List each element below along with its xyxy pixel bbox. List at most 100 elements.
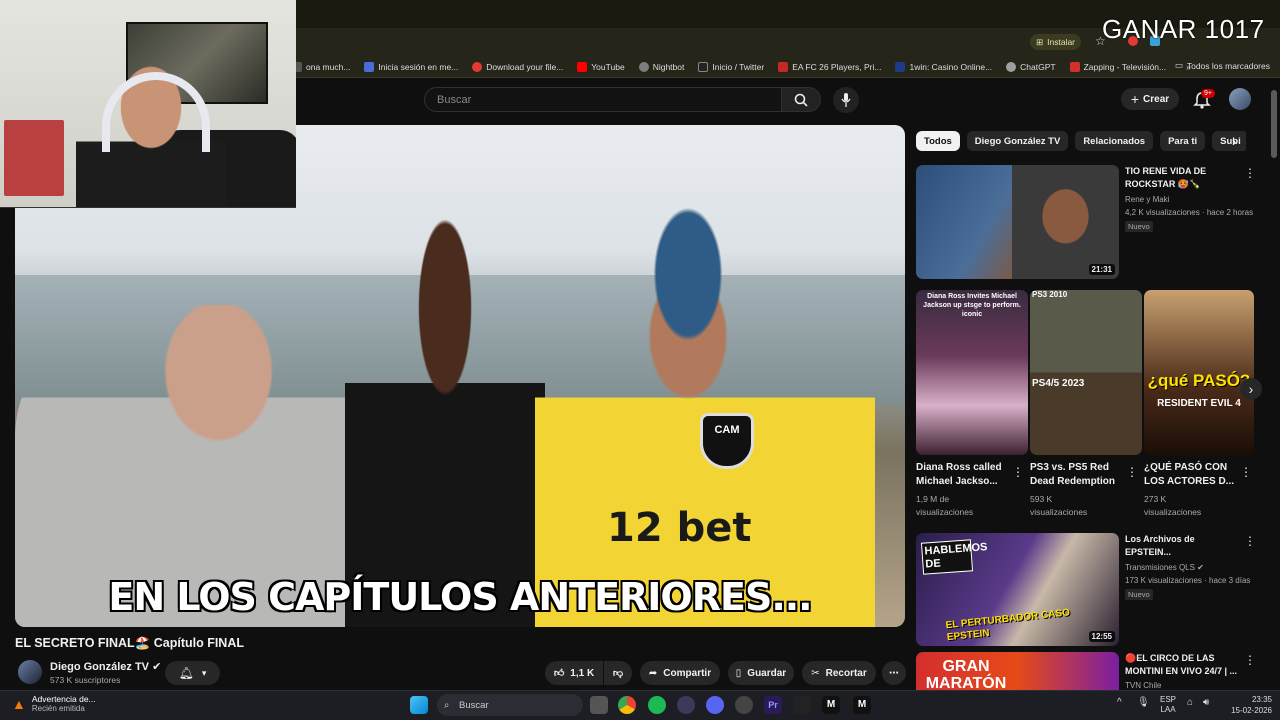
warning-notification[interactable]: ▲ Advertencia de... Recién emitida xyxy=(12,694,96,713)
short-thumbnail[interactable]: Diana Ross Invites Michael Jackson up st… xyxy=(916,290,1028,455)
bookmark-icon xyxy=(472,61,483,72)
app-icon[interactable]: M xyxy=(822,696,840,714)
video-title[interactable]: 🔴EL CIRCO DE LAS MONTINI EN VIVO 24/7 | .… xyxy=(1125,652,1237,678)
volume-icon[interactable]: 🔊︎ xyxy=(1203,697,1209,708)
page-scrollbar[interactable] xyxy=(1271,90,1277,158)
more-actions-button[interactable]: ⋯ xyxy=(882,661,906,685)
bookmark-item[interactable]: YouTube xyxy=(577,61,625,72)
short-thumbnail-text: RESIDENT EVIL 4 xyxy=(1157,398,1241,409)
club-badge: CAM xyxy=(700,413,754,469)
video-title[interactable]: TIO RENE VIDA DE ROCKSTAR 🥵🍾 xyxy=(1125,165,1206,191)
duration-badge: 12:55 xyxy=(1088,631,1115,642)
search-icon: ⌕ xyxy=(444,699,450,711)
bookmark-item[interactable]: ona much... xyxy=(292,61,350,72)
app-icon[interactable] xyxy=(793,696,811,714)
chip-related[interactable]: Relacionados xyxy=(1075,131,1154,151)
shirt-sponsor-text: 12 bet xyxy=(607,505,752,551)
duration-badge: 21:31 xyxy=(1088,264,1115,275)
nightbot-icon xyxy=(638,61,649,72)
kebab-menu-icon[interactable]: ⋮ xyxy=(1244,166,1256,180)
folder-icon: ▭ xyxy=(1174,60,1183,70)
video-thumbnail[interactable]: HABLEMOS DE EL PERTURBADOR CASO EPSTEIN … xyxy=(916,533,1119,646)
language-indicator[interactable]: ESP LAA xyxy=(1160,695,1176,715)
kebab-menu-icon[interactable]: ⋮ xyxy=(1012,465,1024,479)
app-icon[interactable]: M xyxy=(853,696,871,714)
short-thumbnail[interactable]: ¿qué PASÓ? RESIDENT EVIL 4 xyxy=(1144,290,1254,455)
kebab-menu-icon[interactable]: ⋮ xyxy=(1244,653,1256,667)
channel-avatar[interactable] xyxy=(18,660,42,684)
stream-overlay-text: GANAR 1017 xyxy=(1102,14,1265,44)
bookmark-item[interactable]: Download your file... xyxy=(472,61,563,72)
all-bookmarks-folder[interactable]: ▭ Todos los marcadores xyxy=(1175,60,1270,71)
video-person xyxy=(345,215,545,627)
short-views: 273 Kvisualizaciones xyxy=(1144,494,1202,517)
chrome-icon[interactable] xyxy=(618,696,636,714)
chip-for-you[interactable]: Para ti xyxy=(1160,131,1206,151)
obs-icon[interactable] xyxy=(735,696,753,714)
chevron-right-icon: › xyxy=(1248,381,1254,397)
thumbnail-person xyxy=(1012,165,1119,279)
chevron-up-icon[interactable]: ^ xyxy=(1117,697,1122,708)
task-view-icon[interactable] xyxy=(590,696,608,714)
video-thumbnail[interactable]: 21:31 xyxy=(916,165,1119,279)
taskbar-search[interactable]: ⌕ Buscar xyxy=(437,694,583,716)
spotify-icon[interactable] xyxy=(648,696,666,714)
taskbar-clock[interactable]: 23:35 15-02-2026 xyxy=(1222,694,1272,716)
kebab-menu-icon[interactable]: ⋮ xyxy=(1240,465,1252,479)
save-button[interactable]: ▯ Guardar xyxy=(728,661,794,685)
new-badge: Nuevo xyxy=(1125,589,1153,600)
bookmark-item[interactable]: EA FC 26 Players, Pri... xyxy=(778,61,881,72)
warning-icon: ▲ xyxy=(12,695,26,712)
mic-icon[interactable]: 🎙︎ xyxy=(1137,697,1150,708)
dislike-button[interactable]: 👎︎ xyxy=(604,661,632,685)
chip-todos[interactable]: Todos xyxy=(916,131,960,151)
install-app-button[interactable]: ⊞ Instalar xyxy=(1030,34,1081,50)
short-thumbnail[interactable]: PS3 2010 PS4/5 2023 xyxy=(1030,290,1142,455)
account-avatar[interactable] xyxy=(1229,88,1251,110)
kebab-menu-icon[interactable]: ⋮ xyxy=(1126,465,1138,479)
youtube-icon xyxy=(577,61,588,72)
bookmark-item[interactable]: 1win: Casino Online... xyxy=(895,61,992,72)
short-title[interactable]: ¿QUÉ PASÓ CON LOS ACTORES D... xyxy=(1144,461,1244,489)
voice-search-button[interactable] xyxy=(833,87,859,113)
bookmark-item[interactable]: Inicia sesión en me... xyxy=(364,61,458,72)
premiere-icon[interactable]: Pr xyxy=(764,696,782,714)
video-thumbnail[interactable]: GRAN MARATÓN xyxy=(916,652,1119,690)
channel-name[interactable]: Transmisiones QLS ✔ xyxy=(1125,561,1204,574)
channel-name[interactable]: Rene y Maki xyxy=(1125,193,1169,206)
video-meta: 173 K visualizaciones · hace 3 días xyxy=(1125,576,1251,585)
video-title[interactable]: Los Archivos de EPSTEIN... xyxy=(1125,533,1195,559)
search-input[interactable]: Buscar xyxy=(424,87,782,112)
short-title[interactable]: PS3 vs. PS5 Red Dead Redemption xyxy=(1030,461,1130,489)
create-button[interactable]: + Crear xyxy=(1121,88,1179,110)
windows-start-icon[interactable] xyxy=(410,696,428,714)
install-label: Instalar xyxy=(1047,37,1075,47)
channel-name[interactable]: Diego González TV ✔ xyxy=(50,660,161,673)
bookmark-icon xyxy=(895,61,906,72)
bookmark-item[interactable]: Nightbot xyxy=(638,61,684,72)
new-badge: Nuevo xyxy=(1125,221,1153,232)
clip-button[interactable]: ✂ Recortar xyxy=(802,661,876,685)
like-button[interactable]: 👍︎ 1,1 K xyxy=(545,661,603,685)
search-button[interactable] xyxy=(781,87,821,112)
mic-icon xyxy=(841,93,851,107)
chevron-right-icon[interactable]: › xyxy=(1232,134,1236,149)
chip-channel[interactable]: Diego González TV xyxy=(966,131,1069,151)
bookmark-item[interactable]: ChatGPT xyxy=(1006,61,1056,72)
bookmark-item[interactable]: Zapping - Televisión... xyxy=(1069,61,1166,72)
app-icon[interactable] xyxy=(677,696,695,714)
chatgpt-icon xyxy=(1006,61,1017,72)
short-title[interactable]: Diana Ross called Michael Jackso... xyxy=(916,461,1016,489)
share-button[interactable]: ➦ Compartir xyxy=(640,661,720,685)
discord-icon[interactable] xyxy=(706,696,724,714)
chip-uploaded[interactable]: Subi xyxy=(1212,131,1246,151)
bell-icon: 🔔︎ xyxy=(178,666,194,680)
short-views: 593 Kvisualizaciones xyxy=(1030,494,1088,517)
network-icon[interactable]: ⌂ xyxy=(1187,697,1193,708)
bookmark-item[interactable]: Inicio / Twitter xyxy=(698,61,764,72)
thumbs-down-icon: 👎︎ xyxy=(612,668,624,679)
filter-chips: Todos Diego González TV Relacionados Par… xyxy=(916,131,1246,153)
kebab-menu-icon[interactable]: ⋮ xyxy=(1244,534,1256,548)
subscription-bell-button[interactable]: 🔔︎ ▾ xyxy=(165,661,220,685)
shorts-next-button[interactable]: › xyxy=(1240,378,1262,400)
